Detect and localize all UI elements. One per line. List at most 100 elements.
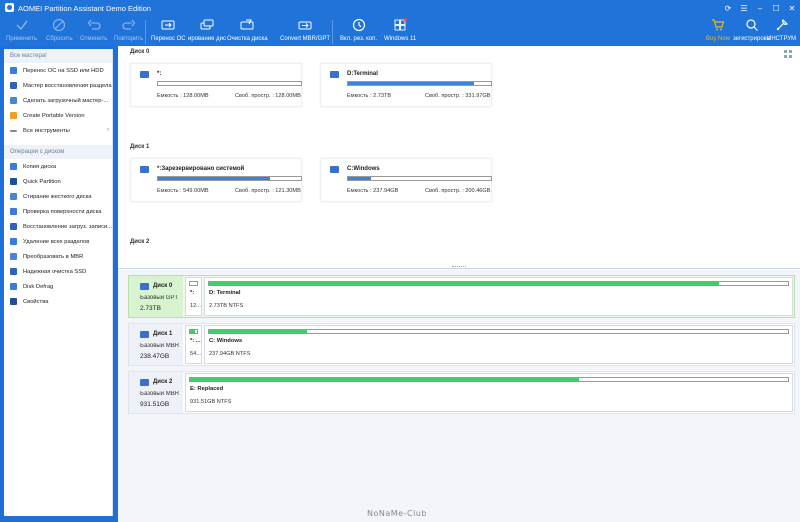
disk-icon	[140, 379, 149, 386]
usage-bar	[157, 81, 302, 86]
windows-icon	[394, 18, 408, 31]
layout-toggle-icon[interactable]	[784, 50, 792, 58]
discard-icon	[53, 18, 66, 32]
tools-icon	[776, 18, 788, 31]
refresh-icon[interactable]: ⟳	[720, 0, 736, 16]
backup-button[interactable]: Вкл. рез. коп.	[340, 16, 377, 46]
discard-button[interactable]: Сбросить	[46, 16, 73, 46]
sidebar-item-properties[interactable]: Свойства	[4, 294, 112, 309]
wipe-disk-icon	[10, 193, 17, 200]
partition-card-view: Диск 0 *: Емкость : 128.00MB Своб. прост…	[118, 46, 800, 269]
key-icon	[745, 19, 758, 31]
sidebar-item-surface-test[interactable]: Проверка поверхности диска	[4, 204, 112, 219]
disk-info: Диск 1 Базовый MBR 238.47GB	[129, 324, 183, 365]
windows-11-button[interactable]: Windows 11	[384, 16, 416, 46]
maximize-icon[interactable]: ☐	[768, 0, 784, 16]
disk-operations-header: Операции с диском	[4, 145, 112, 159]
convert-icon	[298, 21, 312, 30]
disk-copy-icon	[10, 163, 17, 170]
sidebar-item-partition-recovery[interactable]: Мастер восстановления раздела	[4, 78, 112, 93]
disk-2-title: Диск 2	[130, 239, 150, 245]
partition-card[interactable]: *:Зарезервировано системой Емкость : 549…	[130, 158, 302, 202]
window-controls: ⟳ ☰ – ☐ ✕	[720, 0, 800, 16]
convert-icon	[10, 253, 17, 260]
view-splitter[interactable]	[452, 266, 466, 268]
migrate-os-icon	[10, 67, 17, 74]
usage-bar	[189, 329, 198, 334]
chevron-right-icon: ›	[107, 127, 109, 133]
sidebar-item-rebuild-mbr[interactable]: Восстановление загруз. записи...	[4, 219, 112, 234]
main-panel: Диск 0 *: Емкость : 128.00MB Своб. прост…	[118, 46, 800, 522]
close-icon[interactable]: ✕	[784, 0, 800, 16]
partition-card[interactable]: C:Windows Емкость : 237.94GB Своб. прост…	[320, 158, 492, 202]
toolbar-separator	[145, 20, 146, 44]
partition-icon	[330, 71, 339, 78]
partition-card[interactable]: D:Terminal Емкость : 2.73TB Своб. простр…	[320, 63, 492, 107]
disk-1-title: Диск 1	[130, 144, 150, 150]
sidebar-item-disk-defrag[interactable]: Disk Defrag	[4, 279, 112, 294]
watermark: NoNaMe-Club	[367, 509, 427, 518]
partition-segment[interactable]: C: Windows 237.94GB NTFS	[204, 325, 793, 364]
quick-partition-icon	[10, 178, 17, 185]
cart-icon	[712, 19, 725, 31]
usage-bar	[347, 176, 492, 181]
register-button[interactable]: зегистрирова	[733, 16, 770, 46]
disk-info: Диск 2 Базовый MBR 931.51GB	[129, 372, 183, 413]
sidebar-item-migrate-os[interactable]: Перенос ОС на SSD или HDD	[4, 63, 112, 78]
toolbar-separator	[332, 20, 333, 44]
wizards-header: Все мастера!	[4, 49, 112, 63]
disk-map-row[interactable]: Диск 0 Базовый GPT 2.73TB *: 12... D: Te…	[128, 275, 795, 318]
sidebar-item-quick-partition[interactable]: Quick Partition	[4, 174, 112, 189]
partition-icon	[140, 166, 149, 173]
disk-map-row[interactable]: Диск 2 Базовый MBR 931.51GB E: Replaced …	[128, 371, 795, 414]
sidebar-item-portable-version[interactable]: Create Portable Version	[4, 108, 112, 123]
check-icon	[15, 20, 28, 31]
disk-icon	[140, 283, 149, 290]
menu-icon[interactable]: ☰	[736, 0, 752, 16]
apply-button[interactable]: Применить	[6, 16, 37, 46]
migrate-os-button[interactable]: Перенос ОС	[151, 16, 186, 46]
usage-bar	[208, 329, 789, 334]
window-title: AOMEI Partition Assistant Demo Edition	[18, 4, 151, 13]
partition-segment[interactable]: *: ... 54...	[185, 325, 202, 364]
minimize-icon[interactable]: –	[752, 0, 768, 16]
portable-version-icon	[10, 112, 17, 119]
usage-bar	[157, 176, 302, 181]
more-dots-icon	[10, 129, 17, 132]
disk-info: Диск 0 Базовый GPT 2.73TB	[129, 276, 183, 317]
wipe-disk-icon	[240, 19, 254, 30]
sidebar-item-bootable-media[interactable]: Сделать загрузочный мастер-...	[4, 93, 112, 108]
main-toolbar: Применить Сбросить Отменить Повторить Пе…	[0, 16, 800, 46]
sidebar: Все мастера! Перенос ОС на SSD или HDD М…	[4, 49, 113, 516]
defrag-icon	[10, 283, 17, 290]
ssd-erase-icon	[10, 268, 17, 275]
partition-segment[interactable]: D: Terminal 2.73TB NTFS	[204, 277, 793, 316]
sidebar-item-convert-to-mbr[interactable]: Преобразовать в MBR	[4, 249, 112, 264]
sidebar-item-ssd-secure-erase[interactable]: Надежная очистка SSD	[4, 264, 112, 279]
clone-disk-icon	[200, 19, 214, 30]
buy-now-button[interactable]: Buy Now	[706, 16, 730, 46]
redo-button[interactable]: Повторить	[114, 16, 143, 46]
wipe-disk-button[interactable]: Очистка диска	[227, 16, 268, 46]
undo-button[interactable]: Отменить	[80, 16, 107, 46]
partition-segment[interactable]: E: Replaced 931.51GB NTFS	[185, 373, 793, 412]
clone-disk-button[interactable]: ирование дис	[188, 16, 226, 46]
disk-map-row[interactable]: Диск 1 Базовый MBR 238.47GB *: ... 54...…	[128, 323, 795, 366]
disk-0-title: Диск 0	[130, 49, 150, 55]
tools-button[interactable]: ИНСТРУМ	[767, 16, 796, 46]
properties-icon	[10, 298, 17, 305]
migrate-os-icon	[161, 20, 175, 30]
usage-bar	[347, 81, 492, 86]
sidebar-item-delete-all-partitions[interactable]: Удаление всех разделов	[4, 234, 112, 249]
disk-map-view: Диск 0 Базовый GPT 2.73TB *: 12... D: Te…	[118, 270, 800, 522]
bootable-media-icon	[10, 97, 17, 104]
convert-mbr-gpt-button[interactable]: Convert MBR/GPT	[280, 16, 330, 46]
sidebar-item-all-tools[interactable]: Все инструменты ›	[4, 123, 112, 138]
partition-icon	[140, 71, 149, 78]
partition-card[interactable]: *: Емкость : 128.00MB Своб. простр. : 12…	[130, 63, 302, 107]
sidebar-item-wipe-disk[interactable]: Стирание жесткого диска	[4, 189, 112, 204]
partition-segment[interactable]: *: 12...	[185, 277, 202, 316]
sidebar-item-disk-copy[interactable]: Копия диска	[4, 159, 112, 174]
delete-partitions-icon	[10, 238, 17, 245]
partition-recovery-icon	[10, 82, 17, 89]
